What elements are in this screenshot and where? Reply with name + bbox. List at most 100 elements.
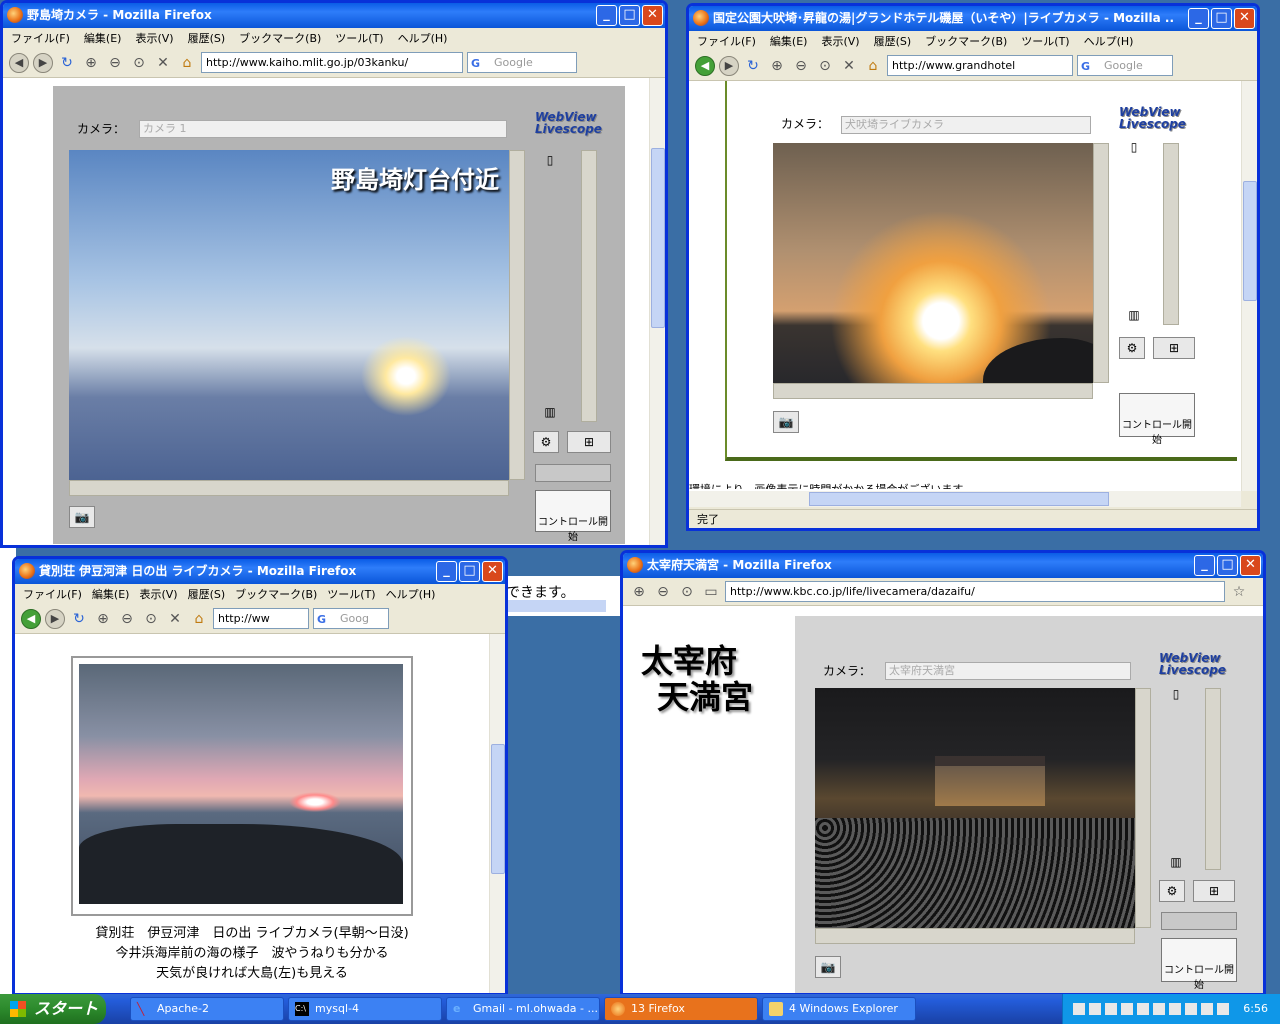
menu-tools[interactable]: ツール(T) xyxy=(335,30,383,46)
stop-icon[interactable]: ✕ xyxy=(839,56,859,76)
snapshot-icon[interactable]: 📷 xyxy=(815,956,841,978)
search-input[interactable]: Google xyxy=(467,52,577,73)
taskbar-item-firefox[interactable]: 13 Firefox xyxy=(604,997,758,1021)
menu-bookmarks[interactable]: ブックマーク(B) xyxy=(925,33,1007,49)
auto-focus-icon[interactable]: ⚙ xyxy=(533,431,559,453)
control-start-button[interactable]: コントロール開始 xyxy=(1119,393,1195,446)
zoom-in-icon[interactable]: ⊕ xyxy=(81,53,101,73)
pan-vertical-scroll[interactable] xyxy=(1135,688,1151,928)
home-icon[interactable]: ⌂ xyxy=(177,53,197,73)
auto-focus-icon[interactable]: ⚙ xyxy=(1159,880,1185,902)
taskbar-item-explorer[interactable]: 4 Windows Explorer xyxy=(762,997,916,1021)
forward-icon[interactable]: ▶ xyxy=(45,608,65,629)
star-icon[interactable]: ☆ xyxy=(1229,582,1249,602)
stop-icon[interactable]: ✕ xyxy=(165,609,185,629)
taskbar-item-mysql[interactable]: C:\ mysql-4 xyxy=(288,997,442,1021)
zoom-in-icon[interactable]: ⊕ xyxy=(93,609,113,629)
close-icon[interactable]: ✕ xyxy=(482,561,503,582)
zoom-out-icon[interactable]: ⊖ xyxy=(117,609,137,629)
menu-history[interactable]: 履歴(S) xyxy=(188,586,226,602)
menu-file[interactable]: ファイル(F) xyxy=(11,30,70,46)
snapshot-icon[interactable]: 📷 xyxy=(69,506,95,528)
page-vertical-scrollbar[interactable] xyxy=(1241,81,1257,491)
title-bar[interactable]: 太宰府天満宮 - Mozilla Firefox _ □ ✕ xyxy=(623,553,1263,578)
menu-edit[interactable]: 編集(E) xyxy=(84,30,122,46)
pan-vertical-scroll[interactable] xyxy=(509,150,525,480)
preset-icon[interactable]: ⊞ xyxy=(567,431,611,453)
stop-icon[interactable]: ✕ xyxy=(153,53,173,73)
pan-horizontal-scroll[interactable] xyxy=(69,480,509,496)
zoom-out-icon[interactable]: ⊖ xyxy=(791,56,811,76)
forward-icon[interactable]: ▶ xyxy=(719,55,739,76)
url-bar[interactable]: http://www.kaiho.mlit.go.jp/03kanku/ xyxy=(201,52,463,73)
menu-history[interactable]: 履歴(S) xyxy=(188,30,226,46)
zoom-reset-icon[interactable]: ⊙ xyxy=(129,53,149,73)
page-horizontal-scrollbar[interactable] xyxy=(689,491,1241,507)
pan-horizontal-scroll[interactable] xyxy=(815,928,1135,944)
menu-view[interactable]: 表示(V) xyxy=(139,586,177,602)
maximize-icon[interactable]: □ xyxy=(459,561,480,582)
menu-help[interactable]: ヘルプ(H) xyxy=(1084,33,1134,49)
menu-help[interactable]: ヘルプ(H) xyxy=(398,30,448,46)
zoom-in-icon[interactable]: ⊕ xyxy=(629,582,649,602)
menu-bookmarks[interactable]: ブックマーク(B) xyxy=(235,586,317,602)
zoom-tele-icon[interactable]: ▯ xyxy=(537,150,563,172)
reload-icon[interactable]: ↻ xyxy=(743,56,763,76)
menu-edit[interactable]: 編集(E) xyxy=(770,33,808,49)
zoom-tele-icon[interactable]: ▯ xyxy=(1163,684,1189,706)
menu-edit[interactable]: 編集(E) xyxy=(92,586,130,602)
back-icon[interactable]: ◀ xyxy=(9,52,29,73)
menu-file[interactable]: ファイル(F) xyxy=(697,33,756,49)
menu-view[interactable]: 表示(V) xyxy=(821,33,859,49)
page-vertical-scrollbar[interactable] xyxy=(649,78,665,545)
zoom-wide-icon[interactable]: ▥ xyxy=(537,402,563,424)
snapshot-icon[interactable]: 📷 xyxy=(773,411,799,433)
title-bar[interactable]: 野島埼カメラ - Mozilla Firefox _ □ ✕ xyxy=(3,3,665,28)
preset-icon[interactable]: ⊞ xyxy=(1193,880,1235,902)
zoom-tele-icon[interactable]: ▯ xyxy=(1121,137,1147,159)
camera-select[interactable]: カメラ 1 xyxy=(139,120,507,138)
title-bar[interactable]: 国定公園大吠埼･昇龍の湯|グランドホテル磯屋（いそや）|ライブカメラ - Moz… xyxy=(689,6,1257,31)
zoom-slider[interactable] xyxy=(581,150,597,422)
minimize-icon[interactable]: _ xyxy=(1188,8,1209,29)
close-icon[interactable]: ✕ xyxy=(642,5,663,26)
zoom-out-icon[interactable]: ⊖ xyxy=(653,582,673,602)
minimize-icon[interactable]: _ xyxy=(436,561,457,582)
home-icon[interactable]: ⌂ xyxy=(863,56,883,76)
menu-tools[interactable]: ツール(T) xyxy=(327,586,375,602)
camera-select[interactable]: 犬吠埼ライブカメラ xyxy=(841,116,1091,134)
taskbar-item-gmail[interactable]: e Gmail - ml.ohwada - ... xyxy=(446,997,600,1021)
menu-help[interactable]: ヘルプ(H) xyxy=(386,586,436,602)
preset-icon[interactable]: ⊞ xyxy=(1153,337,1195,359)
start-button[interactable]: スタート xyxy=(0,994,106,1024)
page-vertical-scrollbar[interactable] xyxy=(489,634,505,993)
pan-vertical-scroll[interactable] xyxy=(1093,143,1109,383)
zoom-reset-icon[interactable]: ⊙ xyxy=(815,56,835,76)
auto-focus-icon[interactable]: ⚙ xyxy=(1119,337,1145,359)
search-input[interactable]: Goog xyxy=(313,608,389,629)
zoom-slider[interactable] xyxy=(1163,143,1179,325)
reload-icon[interactable]: ↻ xyxy=(57,53,77,73)
home-icon[interactable]: ⌂ xyxy=(189,609,209,629)
zoom-reset-icon[interactable]: ⊙ xyxy=(677,582,697,602)
close-icon[interactable]: ✕ xyxy=(1240,555,1261,576)
camera-select[interactable]: 太宰府天満宮 xyxy=(885,662,1131,680)
zoom-wide-icon[interactable]: ▥ xyxy=(1121,305,1147,327)
zoom-wide-icon[interactable]: ▥ xyxy=(1163,852,1189,874)
search-input[interactable]: Google xyxy=(1077,55,1173,76)
pan-horizontal-scroll[interactable] xyxy=(773,383,1093,399)
minimize-icon[interactable]: _ xyxy=(596,5,617,26)
menu-file[interactable]: ファイル(F) xyxy=(23,586,82,602)
zoom-reset-icon[interactable]: ⊙ xyxy=(141,609,161,629)
menu-history[interactable]: 履歴(S) xyxy=(874,33,912,49)
forward-icon[interactable]: ▶ xyxy=(33,52,53,73)
back-icon[interactable]: ◀ xyxy=(695,55,715,76)
taskbar-item-apache[interactable]: ╲ Apache-2 xyxy=(130,997,284,1021)
reload-icon[interactable]: ↻ xyxy=(69,609,89,629)
url-bar[interactable]: http://ww xyxy=(213,608,309,629)
control-start-button[interactable]: コントロール開始 xyxy=(1161,938,1237,991)
back-icon[interactable]: ◀ xyxy=(21,608,41,629)
maximize-icon[interactable]: □ xyxy=(619,5,640,26)
url-bar[interactable]: http://www.kbc.co.jp/life/livecamera/daz… xyxy=(725,581,1225,602)
url-bar[interactable]: http://www.grandhotel xyxy=(887,55,1073,76)
